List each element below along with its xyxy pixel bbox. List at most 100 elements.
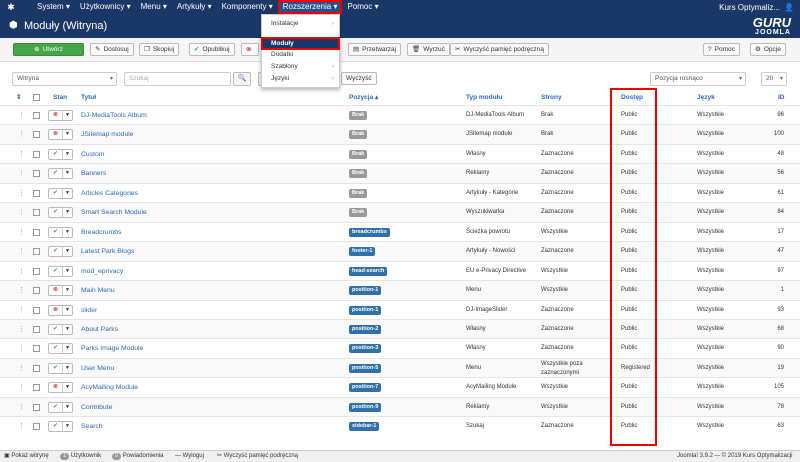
row-checkbox[interactable] — [33, 364, 40, 372]
search-button[interactable]: 🔍 — [233, 72, 251, 86]
menu-users[interactable]: Użytkownicy ▾ — [75, 0, 136, 14]
row-checkbox[interactable] — [33, 131, 40, 139]
col-position[interactable]: Pozycja ▴ — [349, 90, 378, 105]
status-toggle[interactable]: ✔ ▼ — [48, 401, 73, 413]
status-toggle[interactable]: ✔ ▼ — [48, 323, 73, 335]
col-status[interactable]: Stan — [53, 90, 67, 105]
ordering-sort-icon[interactable]: ⇕ — [16, 90, 21, 105]
module-title-link[interactable]: Contribute — [81, 398, 112, 417]
module-title-link[interactable]: Articles Categories — [81, 184, 138, 203]
module-title-link[interactable]: Smart Search Module — [81, 203, 147, 222]
client-select[interactable]: Witryna ▾ — [12, 72, 117, 86]
clear-filters-button[interactable]: Wyczyść — [341, 72, 377, 85]
module-title-link[interactable]: slider — [81, 301, 97, 320]
module-title-link[interactable]: Parks Image Module — [81, 339, 143, 358]
drag-handle-icon[interactable]: ⋮ — [18, 403, 25, 412]
chevron-down-icon[interactable]: ▼ — [63, 344, 72, 353]
published-check-icon[interactable]: ✔ — [49, 149, 63, 159]
chevron-down-icon[interactable]: ▼ — [63, 383, 72, 392]
chevron-down-icon[interactable]: ▼ — [63, 325, 72, 334]
dropdown-item-plugins[interactable]: Dodatki — [262, 49, 339, 60]
dropdown-item-templates[interactable]: Szablony › — [262, 61, 339, 72]
drag-handle-icon[interactable]: ⋮ — [18, 228, 25, 237]
trash-button[interactable]: 🗑 Wyrzuć — [407, 43, 450, 56]
chevron-down-icon[interactable]: ▼ — [63, 247, 72, 256]
drag-handle-icon[interactable]: ⋮ — [18, 306, 25, 315]
col-id[interactable]: ID — [778, 90, 785, 105]
user-menu[interactable]: Kurs Optymaliz... 👤 — [719, 3, 800, 12]
row-checkbox[interactable] — [33, 325, 40, 333]
drag-handle-icon[interactable]: ⋮ — [18, 286, 25, 295]
module-title-link[interactable]: Custom — [81, 145, 104, 164]
menu-content[interactable]: Artykuły ▾ — [172, 0, 217, 14]
status-toggle[interactable]: ✔ ▼ — [48, 226, 73, 238]
chevron-down-icon[interactable]: ▼ — [63, 208, 72, 217]
col-pages[interactable]: Strony — [541, 90, 562, 105]
unpublish-button[interactable]: ⊗ — [241, 43, 259, 56]
status-toggle[interactable]: ⊗ ▼ — [48, 304, 73, 316]
module-title-link[interactable]: JSitemap module — [81, 125, 134, 144]
module-title-link[interactable]: User Menu — [81, 359, 114, 378]
unpublished-icon[interactable]: ⊗ — [49, 383, 63, 393]
menu-system[interactable]: System ▾ — [32, 0, 75, 14]
chevron-down-icon[interactable]: ▼ — [63, 228, 72, 237]
sort-select[interactable]: Pozycja rosnąco ▾ — [650, 72, 746, 86]
clear-cache-button[interactable]: ✂ Wyczyść pamięć podręczną — [450, 43, 549, 56]
row-checkbox[interactable] — [33, 209, 40, 217]
status-toggle[interactable]: ⊗ ▼ — [48, 285, 73, 297]
chevron-down-icon[interactable]: ▼ — [63, 364, 72, 373]
new-button[interactable]: ⊕ Utwórz — [13, 43, 84, 56]
unpublished-icon[interactable]: ⊗ — [49, 130, 63, 140]
notifications-link[interactable]: 0 Powiadomienia — [112, 451, 163, 462]
clear-cache-link[interactable]: ✂ Wyczyść pamięć podręczną — [217, 451, 298, 462]
status-toggle[interactable]: ✔ ▼ — [48, 362, 73, 374]
unpublished-icon[interactable]: ⊗ — [49, 111, 63, 120]
drag-handle-icon[interactable]: ⋮ — [18, 130, 25, 139]
row-checkbox[interactable] — [33, 403, 40, 411]
published-check-icon[interactable]: ✔ — [49, 247, 63, 257]
status-toggle[interactable]: ✔ ▼ — [48, 168, 73, 180]
published-check-icon[interactable]: ✔ — [49, 363, 63, 373]
joomla-logo-icon[interactable]: ✱ — [4, 0, 18, 14]
drag-handle-icon[interactable]: ⋮ — [18, 267, 25, 276]
users-link[interactable]: 1 Użytkownik — [60, 451, 101, 462]
row-checkbox[interactable] — [33, 306, 40, 314]
chevron-down-icon[interactable]: ▼ — [63, 286, 72, 295]
chevron-down-icon[interactable]: ▼ — [63, 267, 72, 276]
status-toggle[interactable]: ✔ ▼ — [48, 421, 73, 433]
module-title-link[interactable]: mod_eprivacy — [81, 262, 123, 281]
status-toggle[interactable]: ⊗ ▼ — [48, 129, 73, 141]
module-title-link[interactable]: Latest Park Blogs — [81, 242, 134, 261]
published-check-icon[interactable]: ✔ — [49, 169, 63, 179]
module-title-link[interactable]: Breadcrumbs — [81, 223, 121, 242]
status-toggle[interactable]: ✔ ▼ — [48, 207, 73, 219]
row-checkbox[interactable] — [33, 170, 40, 178]
drag-handle-icon[interactable]: ⋮ — [18, 150, 25, 159]
chevron-down-icon[interactable]: ▼ — [63, 306, 72, 315]
search-input[interactable]: Szukaj — [124, 72, 231, 86]
col-title[interactable]: Tytuł — [81, 90, 96, 105]
menu-extensions[interactable]: Rozszerzenia ▾ — [277, 0, 343, 14]
chevron-down-icon[interactable]: ▼ — [63, 130, 72, 139]
help-button[interactable]: ? Pomoc — [703, 43, 740, 56]
module-title-link[interactable]: Main Menu — [81, 281, 115, 300]
unpublished-icon[interactable]: ⊗ — [49, 286, 63, 296]
drag-handle-icon[interactable]: ⋮ — [18, 383, 25, 392]
published-check-icon[interactable]: ✔ — [49, 227, 63, 237]
drag-handle-icon[interactable]: ⋮ — [18, 208, 25, 217]
status-toggle[interactable]: ✔ ▼ — [48, 343, 73, 355]
view-site-link[interactable]: ▣ Pokaż witrynę — [4, 451, 49, 462]
logout-link[interactable]: — Wyloguj — [175, 451, 204, 462]
dropdown-item-languages[interactable]: Języki › — [262, 73, 339, 84]
module-title-link[interactable]: DJ-MediaTools Album — [81, 106, 147, 125]
row-checkbox[interactable] — [33, 248, 40, 256]
copy-button[interactable]: ❐ Skopiuj — [139, 43, 180, 56]
status-toggle[interactable]: ✔ ▼ — [48, 265, 73, 277]
module-title-link[interactable]: About Parks — [81, 320, 118, 339]
drag-handle-icon[interactable]: ⋮ — [18, 169, 25, 178]
drag-handle-icon[interactable]: ⋮ — [18, 344, 25, 353]
options-button[interactable]: ⚙ Opcje — [750, 43, 786, 56]
row-checkbox[interactable] — [33, 267, 40, 275]
drag-handle-icon[interactable]: ⋮ — [18, 325, 25, 334]
menu-help[interactable]: Pomoc ▾ — [342, 0, 383, 14]
